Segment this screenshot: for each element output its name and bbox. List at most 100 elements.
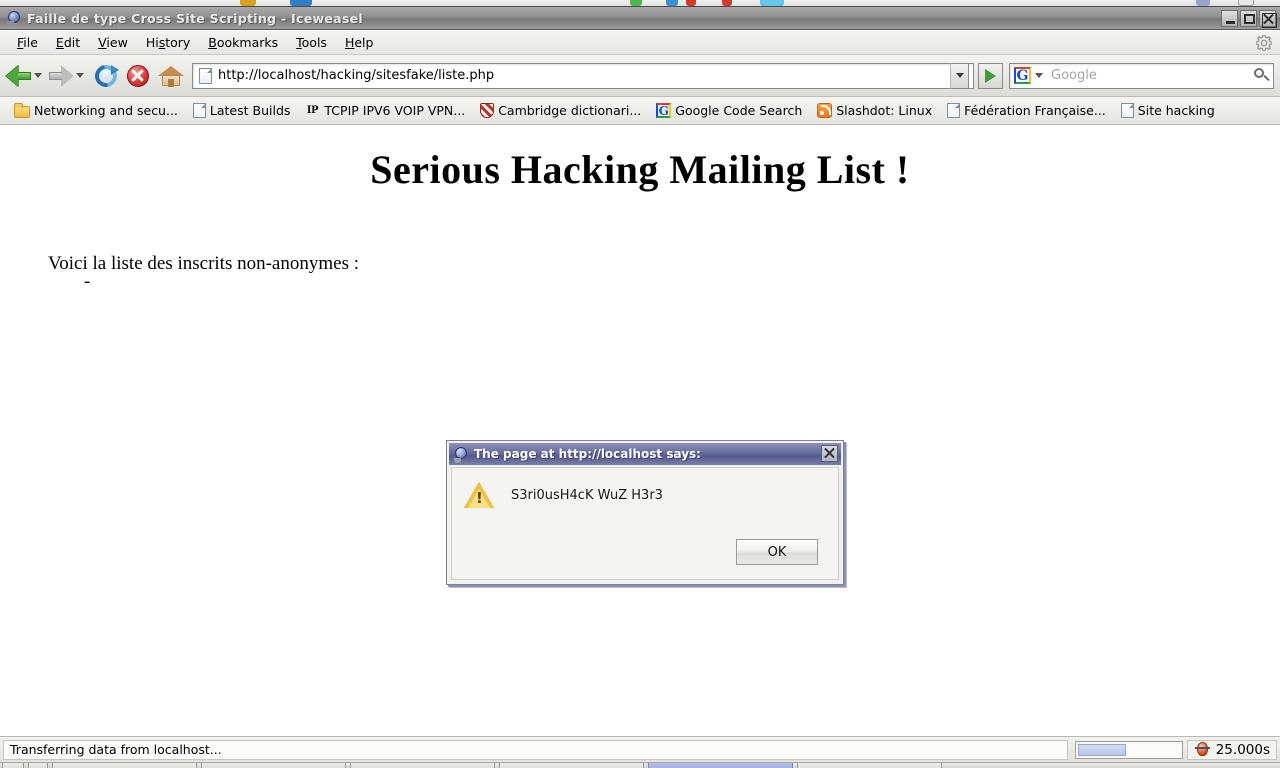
back-button[interactable] — [6, 59, 48, 93]
bookmark-label: Fédération Française... — [964, 103, 1106, 118]
menu-edit[interactable]: Edit — [47, 33, 89, 52]
page-intro-text: Voici la liste des inscrits non-anonymes… — [48, 253, 359, 274]
menu-file[interactable]: File — [8, 33, 47, 52]
panel-icon — [666, 0, 678, 6]
url-bar[interactable]: http://localhost/hacking/sitesfake/liste… — [192, 62, 974, 89]
url-dropdown-chevron-down-icon[interactable] — [950, 62, 969, 89]
page-list-marker: - — [84, 271, 91, 292]
menu-view[interactable]: View — [89, 33, 137, 52]
rss-icon — [817, 103, 833, 118]
dialog-titlebar[interactable]: The page at http://localhost says: — [449, 443, 841, 465]
forward-button[interactable] — [48, 59, 90, 93]
bookmark-site-hacking[interactable]: Site hacking — [1114, 101, 1221, 120]
panel-icon — [1238, 0, 1254, 6]
ip-icon: IP — [306, 104, 319, 116]
bookmark-latest-builds[interactable]: Latest Builds — [186, 101, 297, 120]
window-controls — [1221, 10, 1277, 28]
search-engine-chevron-down-icon[interactable] — [1035, 73, 1043, 78]
bookmark-label: Latest Builds — [209, 103, 291, 118]
document-icon — [947, 103, 961, 118]
status-message: Transferring data from localhost... — [3, 739, 1068, 760]
panel-icon — [1196, 0, 1210, 6]
dialog-message-row: S3ri0usH4cK WuZ H3r3 — [452, 468, 838, 508]
taskbar-window-button[interactable] — [201, 763, 346, 768]
search-input[interactable]: Google — [1045, 68, 1251, 83]
dialog-message: S3ri0usH4cK WuZ H3r3 — [511, 488, 663, 503]
back-arrow-icon — [6, 64, 32, 87]
progress-bar-fill — [1077, 743, 1126, 756]
taskbar-launcher[interactable] — [28, 763, 48, 768]
timer-value: 25.000s — [1215, 741, 1270, 758]
screen: Faille de type Cross Site Scripting - Ic… — [0, 0, 1280, 768]
taskbar-window-button[interactable] — [797, 763, 942, 768]
dialog-title: The page at http://localhost says: — [474, 447, 701, 461]
bookmark-slashdot-linux[interactable]: Slashdot: Linux — [810, 101, 938, 120]
shield-icon — [480, 103, 495, 118]
ok-button[interactable]: OK — [736, 539, 818, 565]
iceweasel-globe-icon — [454, 446, 469, 463]
bookmark-label: Site hacking — [1137, 103, 1215, 118]
reload-icon[interactable] — [90, 60, 122, 91]
desktop-panel-strip — [0, 0, 1280, 7]
alert-dialog: The page at http://localhost says: S3ri0… — [446, 440, 844, 585]
page-content: Serious Hacking Mailing List ! Voici la … — [0, 126, 1280, 736]
statusbar: Transferring data from localhost... 25.0… — [0, 736, 1280, 762]
navigation-toolbar: http://localhost/hacking/sitesfake/liste… — [0, 55, 1280, 97]
search-bar[interactable]: G Google — [1009, 62, 1274, 89]
taskbar-launcher[interactable] — [2, 763, 24, 768]
stop-icon[interactable] — [126, 64, 150, 88]
panel-icon — [240, 0, 256, 6]
taskbar-window-button[interactable] — [52, 763, 197, 768]
window-titlebar[interactable]: Faille de type Cross Site Scripting - Ic… — [0, 7, 1280, 30]
page-load-timer[interactable]: 25.000s — [1186, 739, 1277, 760]
bookmark-label: Google Code Search — [675, 103, 803, 118]
panel-icon — [630, 0, 642, 6]
menu-bookmarks[interactable]: Bookmarks — [199, 33, 287, 52]
window-title: Faille de type Cross Site Scripting - Ic… — [27, 10, 363, 26]
bookmark-google-code-search[interactable]: G Google Code Search — [649, 101, 808, 120]
progress-bar — [1074, 740, 1183, 759]
document-icon — [192, 103, 206, 118]
page-document-icon — [199, 67, 212, 84]
firebug-icon — [1194, 741, 1211, 758]
google-icon[interactable]: G — [1014, 67, 1031, 84]
back-history-chevron-down-icon[interactable] — [34, 73, 42, 78]
forward-history-chevron-down-icon[interactable] — [76, 73, 84, 78]
document-icon — [1120, 103, 1134, 118]
iceweasel-globe-icon — [6, 10, 22, 26]
minimize-button[interactable] — [1221, 10, 1238, 27]
close-icon[interactable] — [821, 445, 838, 462]
maximize-button[interactable] — [1240, 10, 1257, 27]
bookmark-networking-and-security[interactable]: Networking and secu... — [8, 101, 184, 120]
page-title: Serious Hacking Mailing List ! — [370, 147, 910, 192]
bookmark-cambridge-dictionaries[interactable]: Cambridge dictionari... — [473, 101, 647, 120]
url-input[interactable]: http://localhost/hacking/sitesfake/liste… — [218, 68, 494, 83]
gear-icon[interactable] — [1256, 35, 1272, 51]
bookmark-label: Cambridge dictionari... — [498, 103, 642, 118]
menu-tools[interactable]: Tools — [287, 33, 336, 52]
menubar: File Edit View History Bookmarks Tools H… — [0, 31, 1280, 55]
menu-help[interactable]: Help — [336, 33, 383, 52]
taskbar-window-button[interactable] — [350, 763, 495, 768]
forward-arrow-icon — [48, 64, 74, 87]
bookmark-tcpip-ipv6-voip-vpn[interactable]: IP TCPIP IPV6 VOIP VPN... — [298, 101, 471, 121]
bookmarks-toolbar: Networking and secu... Latest Builds IP … — [0, 97, 1280, 125]
taskbar-window-button[interactable] — [499, 763, 644, 768]
folder-icon — [14, 102, 30, 118]
home-icon[interactable] — [158, 64, 184, 88]
close-icon[interactable] — [1259, 10, 1277, 28]
bookmark-federation-francaise[interactable]: Fédération Française... — [940, 101, 1112, 120]
dialog-body: S3ri0usH4cK WuZ H3r3 OK — [451, 467, 839, 580]
bookmark-label: Slashdot: Linux — [836, 103, 933, 118]
panel-icon — [686, 0, 696, 6]
menu-history[interactable]: History — [137, 33, 199, 52]
go-button[interactable] — [978, 62, 1003, 89]
desktop-taskbar — [0, 762, 1280, 768]
panel-icon — [290, 0, 312, 6]
dialog-footer: OK — [736, 539, 818, 565]
panel-icon — [722, 0, 732, 6]
bookmark-label: TCPIP IPV6 VOIP VPN... — [324, 103, 466, 118]
search-icon[interactable] — [1251, 64, 1273, 88]
warning-triangle-icon — [464, 482, 494, 508]
taskbar-window-button-active[interactable] — [648, 763, 793, 768]
